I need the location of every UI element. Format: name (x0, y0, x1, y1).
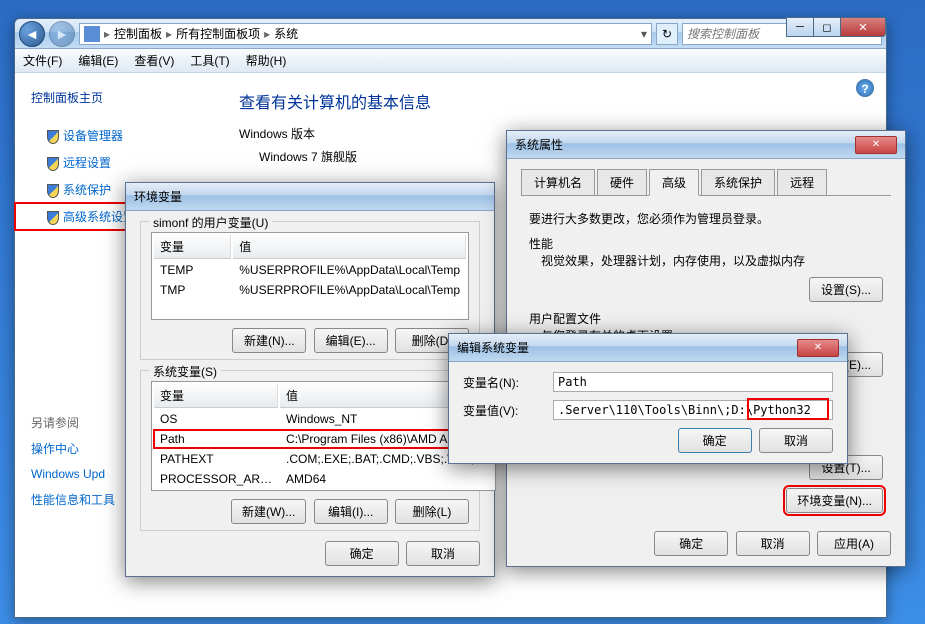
table-row[interactable]: PATHEXT.COM;.EXE;.BAT;.CMD;.VBS;.VBE;… (154, 450, 493, 468)
sys-vars-group: 系统变量(S) 变量值 OSWindows_NT PathC:\Program … (140, 370, 480, 531)
breadcrumb-seg[interactable]: 所有控制面板项 (172, 25, 264, 42)
var-value-input[interactable] (553, 400, 833, 420)
minimize-button[interactable]: ─ (786, 17, 814, 37)
perf-title: 性能 (529, 235, 883, 252)
editvar-ok-button[interactable]: 确定 (678, 428, 752, 453)
address-bar[interactable]: ▸ 控制面板 ▸ 所有控制面板项 ▸ 系统 ▾ (79, 23, 652, 45)
sidebar-title[interactable]: 控制面板主页 (15, 85, 215, 110)
menubar: 文件(F) 编辑(E) 查看(V) 工具(T) 帮助(H) (15, 49, 886, 73)
close-button[interactable]: ✕ (840, 17, 886, 37)
tab-hardware[interactable]: 硬件 (597, 169, 647, 195)
breadcrumb-seg[interactable]: 系统 (270, 25, 302, 42)
table-row-path[interactable]: PathC:\Program Files (x86)\AMD APP\… (154, 430, 493, 448)
var-value-label: 变量值(V): (463, 402, 543, 419)
env-cancel-button[interactable]: 取消 (406, 541, 480, 566)
menu-help[interactable]: 帮助(H) (246, 52, 287, 69)
env-ok-button[interactable]: 确定 (325, 541, 399, 566)
back-button[interactable]: ◄ (19, 21, 45, 47)
page-heading: 查看有关计算机的基本信息 (239, 89, 862, 113)
table-row[interactable]: TMP%USERPROFILE%\AppData\Local\Temp (154, 281, 466, 299)
sysprops-cancel-button[interactable]: 取消 (736, 531, 810, 556)
dialog-title: 系统属性 (515, 136, 563, 153)
sys-vars-table[interactable]: 变量值 OSWindows_NT PathC:\Program Files (x… (151, 381, 496, 491)
sidebar-item-remote[interactable]: 远程设置 (15, 149, 215, 176)
sysprops-ok-button[interactable]: 确定 (654, 531, 728, 556)
menu-view[interactable]: 查看(V) (134, 52, 174, 69)
dialog-titlebar: 环境变量 (126, 183, 494, 211)
tab-strip: 计算机名 硬件 高级 系统保护 远程 (521, 169, 891, 196)
perf-desc: 视觉效果，处理器计划，内存使用，以及虚拟内存 (529, 252, 883, 269)
tab-computer-name[interactable]: 计算机名 (521, 169, 595, 195)
forward-button[interactable]: ► (49, 21, 75, 47)
sidebar-item-device-manager[interactable]: 设备管理器 (15, 122, 215, 149)
profiles-title: 用户配置文件 (529, 310, 883, 327)
tab-remote[interactable]: 远程 (777, 169, 827, 195)
user-edit-button[interactable]: 编辑(E)... (314, 328, 388, 353)
user-vars-table[interactable]: 变量值 TEMP%USERPROFILE%\AppData\Local\Temp… (151, 232, 469, 320)
tab-protection[interactable]: 系统保护 (701, 169, 775, 195)
shield-icon (47, 184, 59, 198)
tab-advanced[interactable]: 高级 (649, 169, 699, 196)
dialog-title: 编辑系统变量 (457, 339, 529, 356)
user-vars-group: simonf 的用户变量(U) 变量值 TEMP%USERPROFILE%\Ap… (140, 221, 480, 360)
edit-variable-dialog: 编辑系统变量 ✕ 变量名(N): 变量值(V): 确定 取消 (448, 333, 848, 464)
dialog-title: 环境变量 (134, 188, 182, 205)
maximize-button[interactable]: ◻ (813, 17, 841, 37)
breadcrumb-seg[interactable]: 控制面板 (110, 25, 166, 42)
shield-icon (47, 211, 59, 225)
menu-tools[interactable]: 工具(T) (190, 52, 229, 69)
window-controls: ─ ◻ ✕ (787, 17, 886, 37)
dialog-titlebar: 系统属性 ✕ (507, 131, 905, 159)
shield-icon (47, 130, 59, 144)
col-var[interactable]: 变量 (154, 384, 278, 408)
editvar-cancel-button[interactable]: 取消 (759, 428, 833, 453)
perf-settings-button[interactable]: 设置(S)... (809, 277, 883, 302)
refresh-button[interactable]: ↻ (656, 23, 678, 45)
col-var[interactable]: 变量 (154, 235, 231, 259)
folder-icon (84, 26, 100, 42)
titlebar: ◄ ► ▸ 控制面板 ▸ 所有控制面板项 ▸ 系统 ▾ ↻ (15, 19, 886, 49)
sysprops-apply-button[interactable]: 应用(A) (817, 531, 891, 556)
admin-note: 要进行大多数更改，您必须作为管理员登录。 (529, 210, 883, 227)
var-name-input[interactable] (553, 372, 833, 392)
menu-edit[interactable]: 编辑(E) (78, 52, 118, 69)
var-name-label: 变量名(N): (463, 374, 543, 391)
table-row[interactable]: TEMP%USERPROFILE%\AppData\Local\Temp (154, 261, 466, 279)
env-vars-dialog: 环境变量 simonf 的用户变量(U) 变量值 TEMP%USERPROFIL… (125, 182, 495, 577)
close-button[interactable]: ✕ (797, 339, 839, 357)
shield-icon (47, 157, 59, 171)
close-button[interactable]: ✕ (855, 136, 897, 154)
sys-vars-title: 系统变量(S) (149, 363, 221, 380)
user-new-button[interactable]: 新建(N)... (232, 328, 306, 353)
help-icon[interactable]: ? (856, 79, 874, 97)
user-vars-title: simonf 的用户变量(U) (149, 214, 272, 231)
dialog-titlebar: 编辑系统变量 ✕ (449, 334, 847, 362)
col-val[interactable]: 值 (233, 235, 466, 259)
table-row[interactable]: OSWindows_NT (154, 410, 493, 428)
env-vars-button[interactable]: 环境变量(N)... (786, 488, 883, 513)
sys-delete-button[interactable]: 删除(L) (395, 499, 469, 524)
sys-new-button[interactable]: 新建(W)... (231, 499, 306, 524)
sys-edit-button[interactable]: 编辑(I)... (314, 499, 388, 524)
menu-file[interactable]: 文件(F) (23, 52, 62, 69)
table-row[interactable]: PROCESSOR_AR…AMD64 (154, 470, 493, 488)
